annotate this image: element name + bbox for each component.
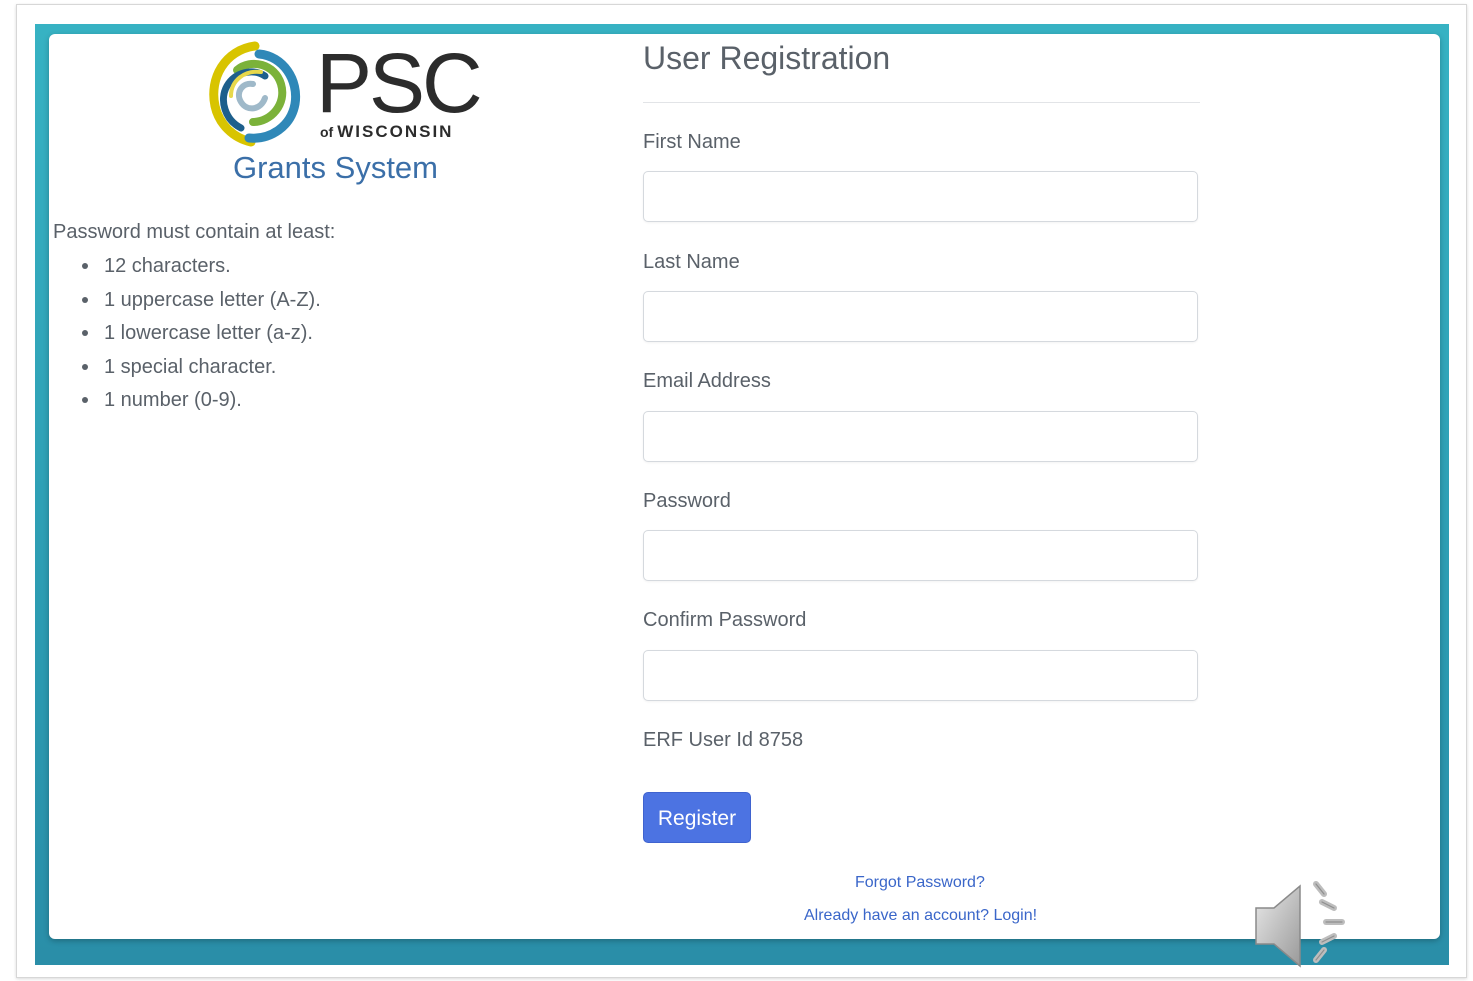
password-label: Password — [643, 490, 731, 512]
password-rule-item: 1 special character. — [78, 352, 321, 386]
password-rule-item: 1 uppercase letter (A-Z). — [78, 285, 321, 319]
state-text: WISCONSIN — [337, 122, 454, 141]
last-name-label: Last Name — [643, 251, 740, 273]
psc-swirl-logo-icon — [209, 41, 301, 147]
register-button[interactable]: Register — [643, 792, 751, 843]
password-input[interactable] — [643, 530, 1198, 581]
speaker-icon[interactable] — [1252, 878, 1356, 974]
last-name-input[interactable] — [643, 291, 1198, 342]
psc-brand-text: PSC — [316, 36, 483, 130]
email-address-label: Email Address — [643, 370, 771, 392]
password-rule-item: 12 characters. — [78, 251, 321, 285]
wisconsin-text: of WISCONSIN — [320, 122, 453, 142]
of-text: of — [320, 124, 334, 140]
page-title: User Registration — [643, 40, 891, 76]
login-link[interactable]: Already have an account? Login! — [804, 907, 1037, 925]
forgot-password-link[interactable]: Forgot Password? — [855, 874, 985, 892]
first-name-input[interactable] — [643, 171, 1198, 222]
password-rules-list: 12 characters. 1 uppercase letter (A-Z).… — [78, 251, 321, 419]
password-rule-item: 1 lowercase letter (a-z). — [78, 318, 321, 352]
erf-user-id-text: ERF User Id 8758 — [643, 729, 804, 751]
confirm-password-label: Confirm Password — [643, 609, 807, 631]
first-name-label: First Name — [643, 131, 741, 153]
title-divider — [643, 102, 1200, 103]
password-rule-item: 1 number (0-9). — [78, 385, 321, 419]
password-rules-heading: Password must contain at least: — [53, 221, 336, 243]
email-address-input[interactable] — [643, 411, 1198, 462]
grants-system-title: Grants System — [233, 150, 438, 185]
confirm-password-input[interactable] — [643, 650, 1198, 701]
